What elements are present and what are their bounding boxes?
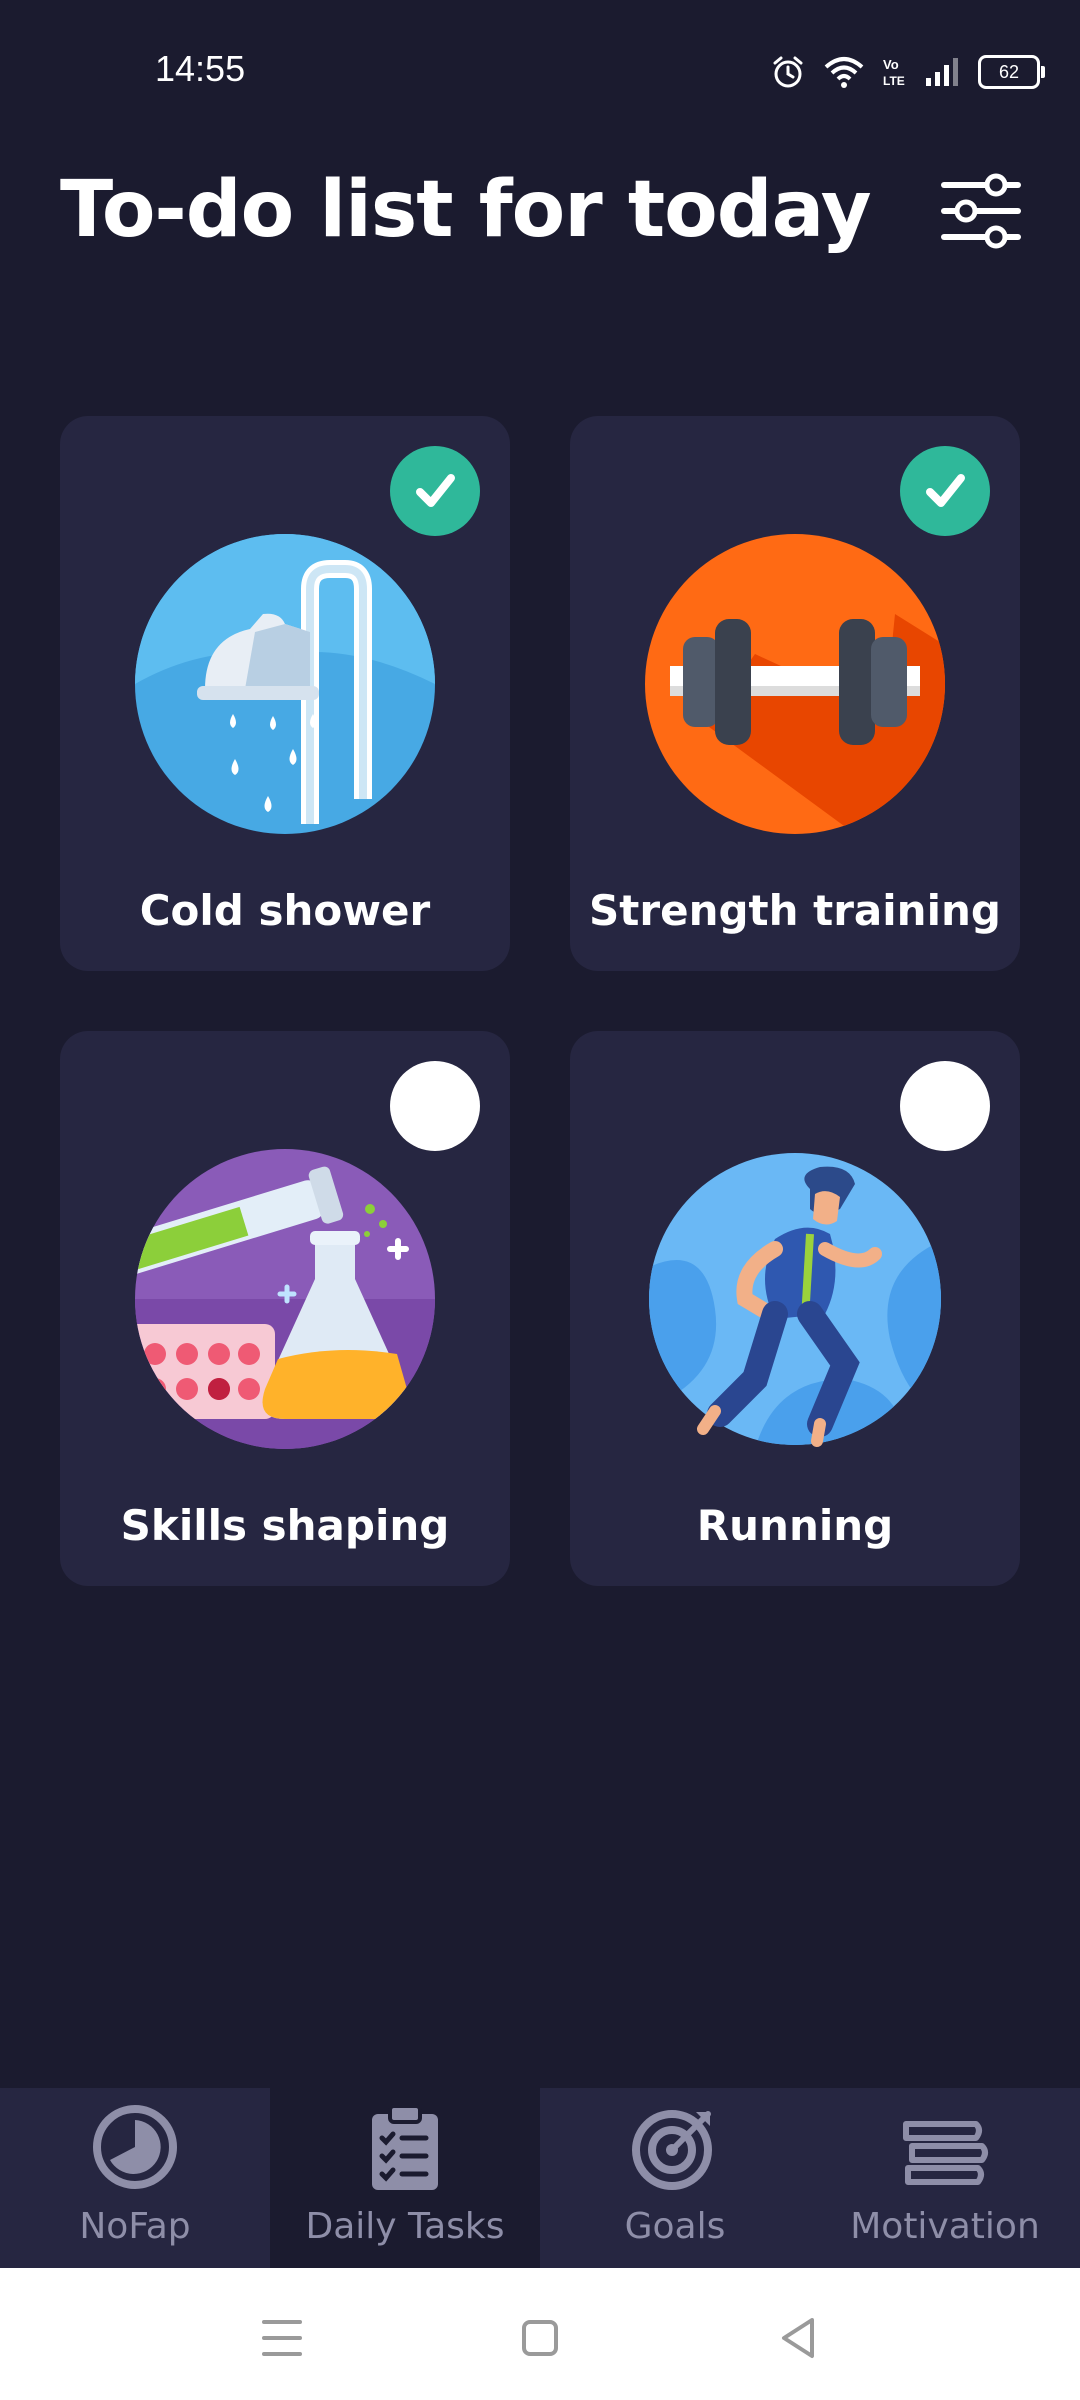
target-icon — [632, 2110, 712, 2190]
settings-button[interactable] — [938, 168, 1024, 254]
menu-icon[interactable] — [252, 2308, 312, 2368]
task-card-skills-shaping[interactable]: Skills shaping — [60, 1031, 510, 1586]
status-bar: 14:55 Vo LTE 62 — [0, 0, 1080, 130]
clipboard-checklist-icon — [372, 2104, 438, 2190]
nav-item-daily-tasks[interactable]: Daily Tasks — [270, 2088, 540, 2268]
task-label: Skills shaping — [120, 1501, 450, 1550]
nav-item-nofap[interactable]: NoFap — [0, 2088, 270, 2268]
home-icon[interactable] — [510, 2308, 570, 2368]
nav-label: Motivation — [850, 2206, 1040, 2247]
svg-text:LTE: LTE — [883, 74, 905, 88]
task-check-done[interactable] — [390, 446, 480, 536]
books-icon — [903, 2121, 988, 2185]
checkmark-icon — [926, 474, 965, 507]
nav-label: Goals — [624, 2206, 726, 2247]
nav-item-motivation[interactable]: Motivation — [810, 2088, 1080, 2268]
signal-icon — [926, 58, 958, 86]
timer-icon — [93, 2105, 177, 2189]
dumbbell-icon — [645, 534, 945, 834]
wifi-icon — [824, 57, 864, 88]
alarm-icon — [773, 56, 803, 88]
checkmark-icon — [416, 474, 455, 507]
task-check-todo[interactable] — [900, 1061, 990, 1151]
task-check-done[interactable] — [900, 446, 990, 536]
task-label: Running — [696, 1501, 894, 1550]
volte-icon: Vo LTE — [883, 57, 905, 88]
page-title: To-do list for today — [60, 165, 872, 255]
nav-label: Daily Tasks — [305, 2206, 505, 2247]
system-nav-bar — [0, 2268, 1080, 2400]
task-card-cold-shower[interactable]: Cold shower — [60, 416, 510, 971]
chemistry-flask-icon — [135, 1149, 435, 1449]
task-card-running[interactable]: Running — [570, 1031, 1020, 1586]
sliders-icon — [941, 173, 1021, 249]
status-icons: Vo LTE 62 — [770, 52, 1045, 92]
battery-icon: 62 — [978, 55, 1045, 89]
runner-icon — [649, 1153, 941, 1447]
nav-item-goals[interactable]: Goals — [540, 2088, 810, 2268]
svg-text:Vo: Vo — [883, 57, 899, 72]
task-label: Cold shower — [139, 886, 431, 935]
bottom-nav: NoFap Daily Tasks Goals Motivation — [0, 2088, 1080, 2268]
task-label: Strength training — [589, 886, 1001, 935]
nav-label: NoFap — [79, 2206, 191, 2247]
task-card-strength-training[interactable]: Strength training — [570, 416, 1020, 971]
status-time: 14:55 — [155, 48, 246, 89]
shower-icon — [135, 534, 435, 834]
task-check-todo[interactable] — [390, 1061, 480, 1151]
back-icon[interactable] — [768, 2308, 828, 2368]
